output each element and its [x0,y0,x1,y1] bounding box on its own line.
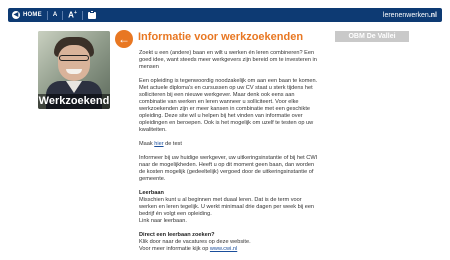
site-name-suffix: .nl [428,11,437,19]
font-size-increase-button[interactable]: A+ [68,10,77,20]
direct-text: Klik door naar de vacatures op deze webs… [139,239,251,245]
test-link[interactable]: hier [154,141,163,147]
inform-paragraph: Informeer bij uw huidige werkgever, uw u… [139,155,318,182]
direct-more-pre: Voor meer informatie kijk op [139,246,210,252]
leerbaan-section: Misschien kunt u al beginnen met duaal l… [139,197,321,225]
leerbaan-text: Misschien kunt u al beginnen met duaal l… [139,197,315,217]
divider [81,10,83,20]
leerbaan-heading: Leerbaan [139,190,164,196]
cwi-link[interactable]: www.cwi.nl [210,246,237,252]
divider [62,10,64,20]
leerbaan-link[interactable]: Link naar leerbaan. [139,218,187,224]
direct-heading: Direct een leerbaan zoeken? [139,232,215,238]
profile-photo: Werkzoekend [38,31,110,109]
test-text-pre: Maak [139,141,155,147]
site-name-prefix: lerenenwerken [382,11,429,19]
site-name[interactable]: lerenenwerken.nl [383,12,437,19]
intro-paragraph: Zoekt u een (andere) baan en wilt u werk… [139,50,317,70]
test-text-post: de test [163,141,182,147]
font-size-decrease-button[interactable]: A [53,12,57,18]
direct-section: Klik door naar de vacatures op deze webs… [139,239,321,253]
photo-caption: Werkzoekend [38,94,110,109]
font-size-increase-plus: + [73,10,77,17]
page-title: Informatie voor werkzoekenden [138,31,304,43]
organization-badge: OBM De Vallei [335,31,409,42]
home-arrow-icon: ◀ [12,11,20,19]
home-link[interactable]: ◀ HOME [12,11,42,19]
divider [46,10,48,20]
print-icon[interactable] [87,9,96,19]
top-navigation-bar: ◀ HOME A A+ lerenenwerken.nl [8,8,442,22]
test-paragraph: Maak hier de test [139,141,321,148]
education-paragraph: Een opleiding is tegenwoordig noodzakeli… [139,78,318,133]
main-content: Zoekt u een (andere) baan en wilt u werk… [139,50,321,260]
home-label: HOME [23,12,42,18]
back-button[interactable]: ← [115,30,133,48]
